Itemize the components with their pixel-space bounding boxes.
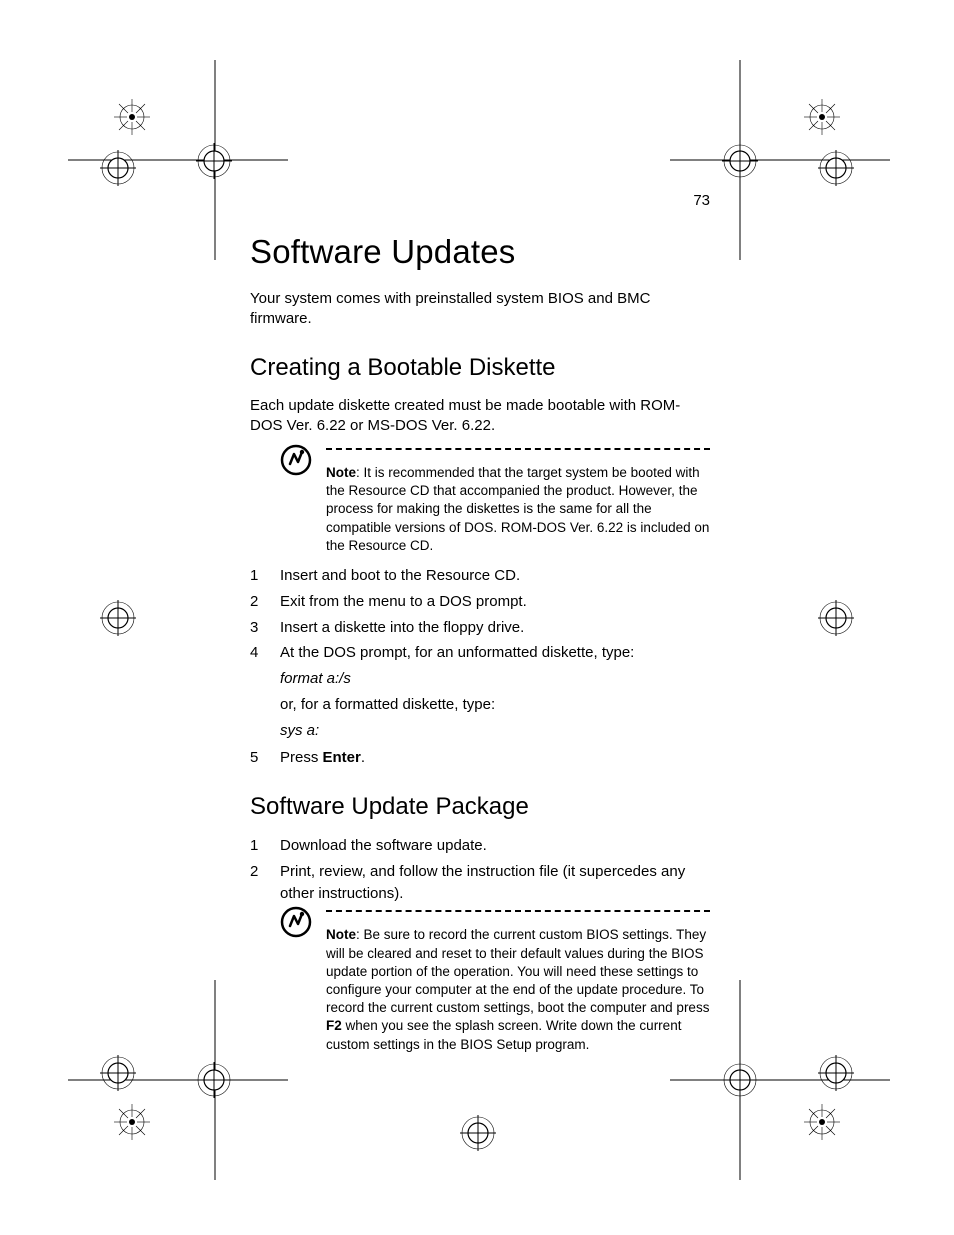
heading-section2: Software Update Package	[250, 793, 710, 821]
list-item: 3Insert a diskette into the floppy drive…	[250, 617, 710, 639]
list-item: 5Press Enter.	[250, 747, 710, 769]
crop-line-icon	[670, 130, 890, 190]
list-item: 2Exit from the menu to a DOS prompt.	[250, 591, 710, 613]
note-block-2: Note: Be sure to record the current cust…	[280, 910, 710, 1054]
crop-sunburst-icon	[800, 95, 844, 139]
note-block-1: Note: It is recommended that the target …	[280, 448, 710, 555]
section1-steps: 1Insert and boot to the Resource CD. 2Ex…	[250, 565, 710, 664]
crop-register-icon	[196, 143, 232, 179]
list-item: 1Download the software update.	[250, 835, 710, 857]
alt-text: or, for a formatted diskette, type:	[280, 694, 710, 716]
crop-register-icon	[722, 143, 758, 179]
crop-register-icon	[196, 1062, 232, 1098]
section2-steps: 1Download the software update. 2Print, r…	[250, 835, 710, 904]
crop-register-icon	[818, 150, 854, 186]
crop-line-icon	[185, 980, 245, 1180]
section1-steps-cont: 5Press Enter.	[250, 747, 710, 769]
heading-section1: Creating a Bootable Diskette	[250, 354, 710, 382]
note-icon	[280, 906, 312, 943]
list-item: 2Print, review, and follow the instructi…	[250, 861, 710, 905]
page-content: 73 Software Updates Your system comes wi…	[250, 192, 710, 1064]
crop-register-icon	[100, 150, 136, 186]
crop-line-icon	[710, 980, 770, 1180]
crop-register-icon	[818, 600, 854, 636]
crop-register-icon	[818, 1055, 854, 1091]
list-item: 4At the DOS prompt, for an unformatted d…	[250, 642, 710, 664]
crop-line-icon	[185, 60, 245, 260]
intro-paragraph: Your system comes with preinstalled syst…	[250, 289, 710, 330]
note-text-1: Note: It is recommended that the target …	[326, 464, 710, 555]
note-icon	[280, 444, 312, 481]
crop-register-icon	[722, 1062, 758, 1098]
crop-line-icon	[710, 60, 770, 260]
note-text-2: Note: Be sure to record the current cust…	[326, 926, 710, 1054]
crop-register-icon	[100, 1055, 136, 1091]
heading-main: Software Updates	[250, 233, 710, 271]
crop-sunburst-icon	[110, 1100, 154, 1144]
section1-intro: Each update diskette created must be mad…	[250, 396, 710, 437]
list-item: 1Insert and boot to the Resource CD.	[250, 565, 710, 587]
crop-sunburst-icon	[110, 95, 154, 139]
command-text: format a:/s	[280, 668, 710, 690]
page-number: 73	[250, 192, 710, 209]
crop-register-icon	[100, 600, 136, 636]
crop-sunburst-icon	[800, 1100, 844, 1144]
command-text: sys a:	[280, 720, 710, 742]
crop-line-icon	[68, 130, 288, 190]
crop-register-icon	[460, 1115, 496, 1151]
